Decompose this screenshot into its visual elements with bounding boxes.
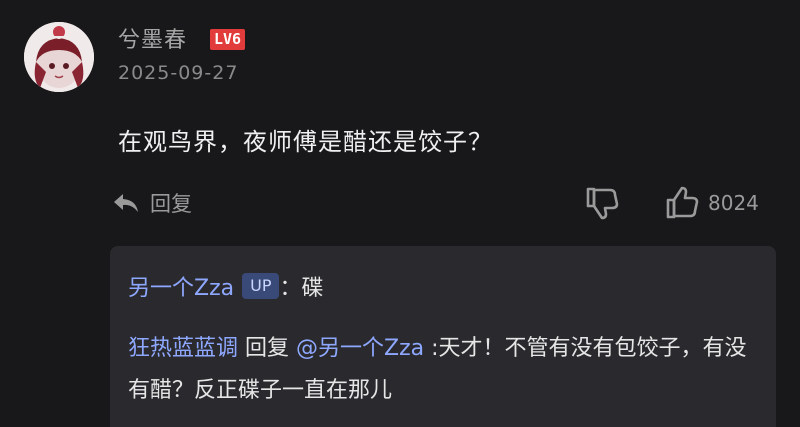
reply-thread: 另一个Zza UP ： 碟 狂热蓝蓝调 回复 @另一个Zza :天才！不管有没有… <box>110 246 776 427</box>
up-badge: UP <box>242 273 280 299</box>
comment-page: 兮墨春 LV6 2025-09-27 在观鸟界，夜师傅是醋还是饺子？ 回复 80… <box>0 0 800 427</box>
thumbs-down-icon <box>586 187 619 220</box>
thumbs-up-icon <box>666 186 699 219</box>
reply-item[interactable]: 狂热蓝蓝调 回复 @另一个Zza :天才！不管有没有包饺子，有没有醋？反正碟子一… <box>128 328 764 412</box>
like-count: 8024 <box>708 191 759 215</box>
mention-link[interactable]: @另一个Zza <box>296 336 424 361</box>
avatar-illustration-icon <box>24 22 94 92</box>
reply-author-link[interactable]: 另一个Zza <box>128 270 234 302</box>
reply-item[interactable]: 另一个Zza UP ： 碟 <box>128 270 324 302</box>
comment-date: 2025-09-27 <box>118 62 239 84</box>
comment-text: 在观鸟界，夜师傅是醋还是饺子？ <box>118 128 493 156</box>
dislike-button[interactable] <box>582 184 622 222</box>
reply-mid-text: 回复 <box>245 336 290 361</box>
user-avatar[interactable] <box>24 22 94 92</box>
reply-label: 回复 <box>150 192 192 216</box>
reply-text: 碟 <box>301 276 324 301</box>
reply-author-link[interactable]: 狂热蓝蓝调 <box>128 336 238 361</box>
reply-separator: ： <box>279 276 302 301</box>
level-badge: LV6 <box>210 29 246 50</box>
like-button[interactable]: 8024 <box>664 184 759 222</box>
reply-arrow-icon <box>114 194 138 212</box>
username[interactable]: 兮墨春 <box>118 22 187 54</box>
reply-button[interactable]: 回复 <box>112 186 192 220</box>
